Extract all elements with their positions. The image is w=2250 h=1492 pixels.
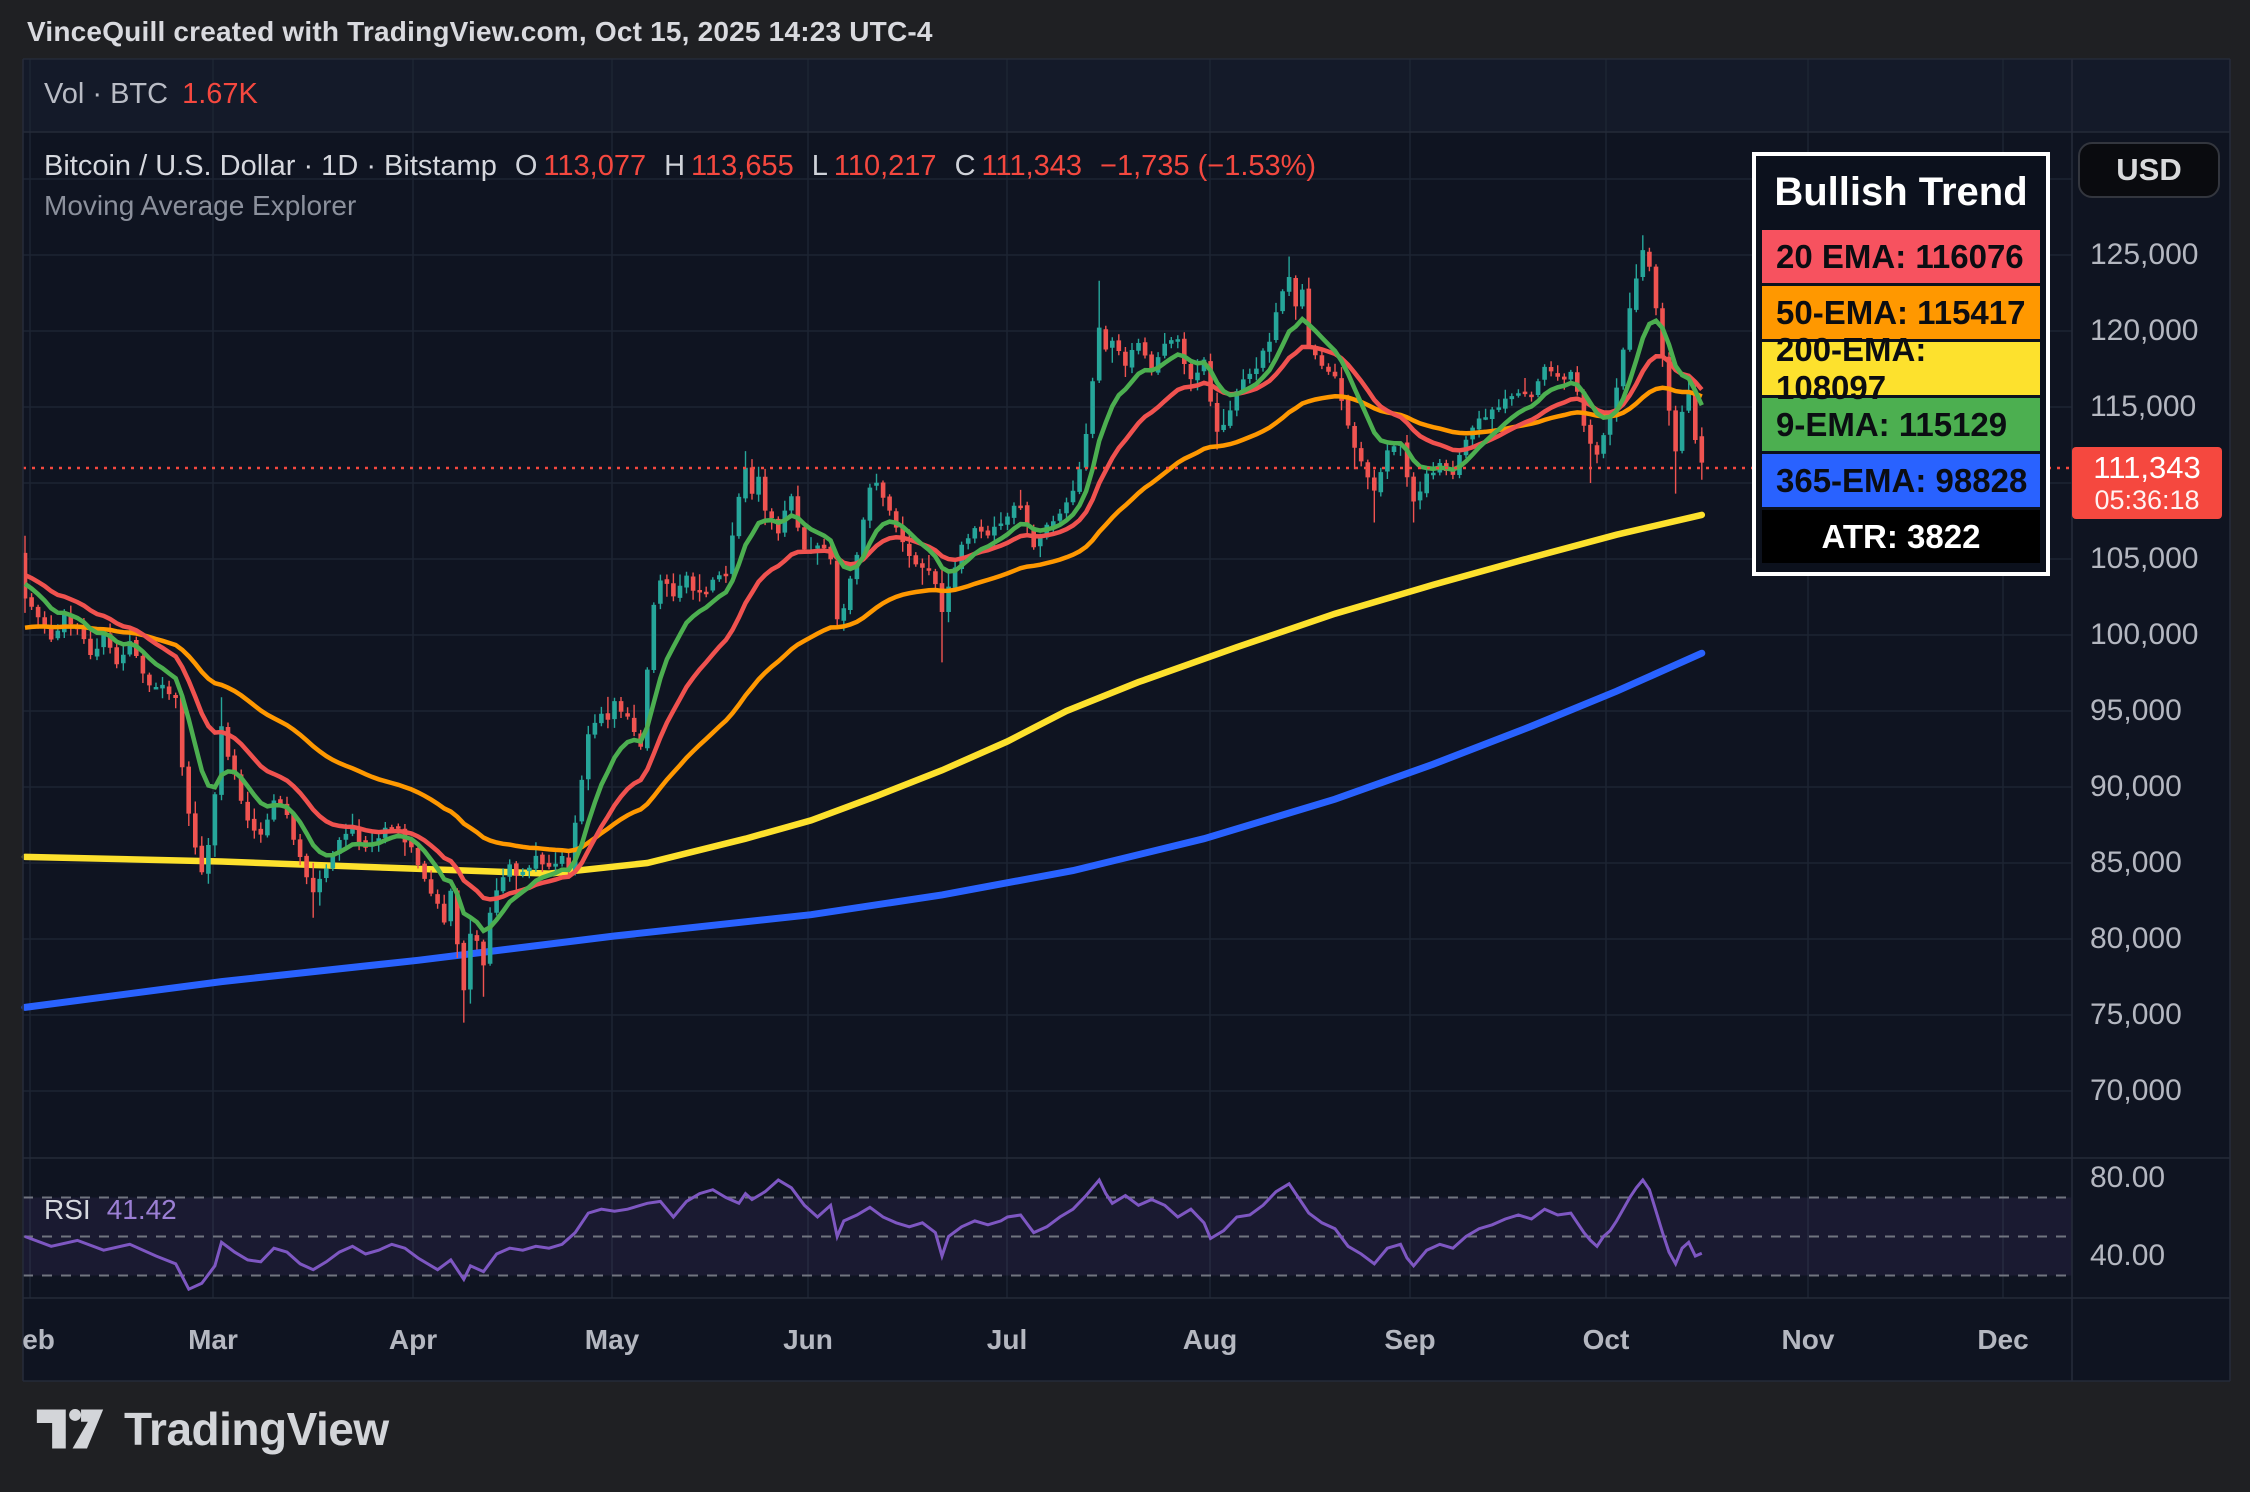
symbol-title[interactable]: Bitcoin / U.S. Dollar · 1D · Bitstamp (44, 150, 497, 183)
price-tick-95000: 95,000 (2090, 694, 2182, 728)
open-value: 113,077 (543, 150, 646, 183)
legend-row-2: 200-EMA: 108097 (1762, 342, 2040, 395)
month-label-jul: Jul (947, 1312, 1067, 1368)
high-label: H (664, 150, 685, 183)
price-tick-80000: 80,000 (2090, 922, 2182, 956)
month-label-nov: Nov (1748, 1312, 1868, 1368)
currency-toggle-button[interactable]: USD (2078, 142, 2220, 198)
tradingview-branding[interactable]: TradingView (36, 1402, 389, 1456)
price-tick-115000: 115,000 (2090, 390, 2196, 424)
credit-watermark: VinceQuill created with TradingView.com,… (27, 16, 933, 48)
legend-row-0: 20 EMA: 116076 (1762, 230, 2040, 283)
price-tick-85000: 85,000 (2090, 846, 2182, 880)
volume-value: 1.67K (182, 78, 258, 111)
rsi-tick-80: 80.00 (2090, 1161, 2165, 1195)
indicator-title[interactable]: Moving Average Explorer (44, 190, 356, 222)
tradingview-logo-text: TradingView (124, 1402, 389, 1456)
rsi-tick-40: 40.00 (2090, 1239, 2165, 1273)
price-tick-105000: 105,000 (2090, 542, 2198, 576)
close-value: 111,343 (982, 150, 1083, 183)
rsi-label: RSI (44, 1194, 91, 1226)
price-tick-125000: 125,000 (2090, 238, 2198, 272)
trend-legend-box: Bullish Trend 20 EMA: 11607650-EMA: 1154… (1752, 152, 2050, 576)
high-value: 113,655 (691, 150, 794, 183)
symbol-legend: Bitcoin / U.S. Dollar · 1D · Bitstamp O … (44, 150, 1316, 183)
volume-pane-legend: Vol · BTC 1.67K (44, 78, 258, 111)
time-axis[interactable]: Feb Mar Apr May Jun Jul Aug Sep Oct Nov Dec (23, 1312, 2072, 1370)
month-label-dec: Dec (1943, 1312, 2063, 1368)
rsi-pane-legend: RSI 41.42 (44, 1194, 177, 1226)
low-value: 110,217 (834, 150, 937, 183)
month-label-oct: Oct (1546, 1312, 1666, 1368)
month-label-feb: Feb (23, 1312, 90, 1368)
price-tick-90000: 90,000 (2090, 770, 2182, 804)
legend-row-5: ATR: 3822 (1762, 510, 2040, 563)
close-label: C (955, 150, 976, 183)
rsi-value: 41.42 (107, 1194, 177, 1226)
trend-legend-rows: 20 EMA: 11607650-EMA: 115417200-EMA: 108… (1756, 230, 2046, 563)
month-label-sep: Sep (1350, 1312, 1470, 1368)
change-value: −1,735 (−1.53%) (1100, 150, 1316, 183)
currency-label: USD (2116, 152, 2181, 188)
price-tick-70000: 70,000 (2090, 1074, 2182, 1108)
open-label: O (515, 150, 538, 183)
legend-row-4: 365-EMA: 98828 (1762, 454, 2040, 507)
bar-countdown: 05:36:18 (2094, 485, 2199, 515)
month-label-apr: Apr (353, 1312, 473, 1368)
price-tick-100000: 100,000 (2090, 618, 2198, 652)
month-label-may: May (552, 1312, 672, 1368)
month-label-aug: Aug (1150, 1312, 1270, 1368)
price-tick-75000: 75,000 (2090, 998, 2182, 1032)
trend-legend-title: Bullish Trend (1756, 156, 2046, 227)
month-label-mar: Mar (153, 1312, 273, 1368)
volume-label: Vol · BTC (44, 78, 168, 111)
month-label-jun: Jun (748, 1312, 868, 1368)
legend-row-3: 9-EMA: 115129 (1762, 398, 2040, 451)
low-label: L (812, 150, 828, 183)
last-price-tag: 111,343 05:36:18 (2072, 447, 2222, 519)
price-tick-120000: 120,000 (2090, 314, 2198, 348)
last-price-value: 111,343 (2093, 451, 2200, 485)
tradingview-logo-icon (36, 1406, 104, 1452)
